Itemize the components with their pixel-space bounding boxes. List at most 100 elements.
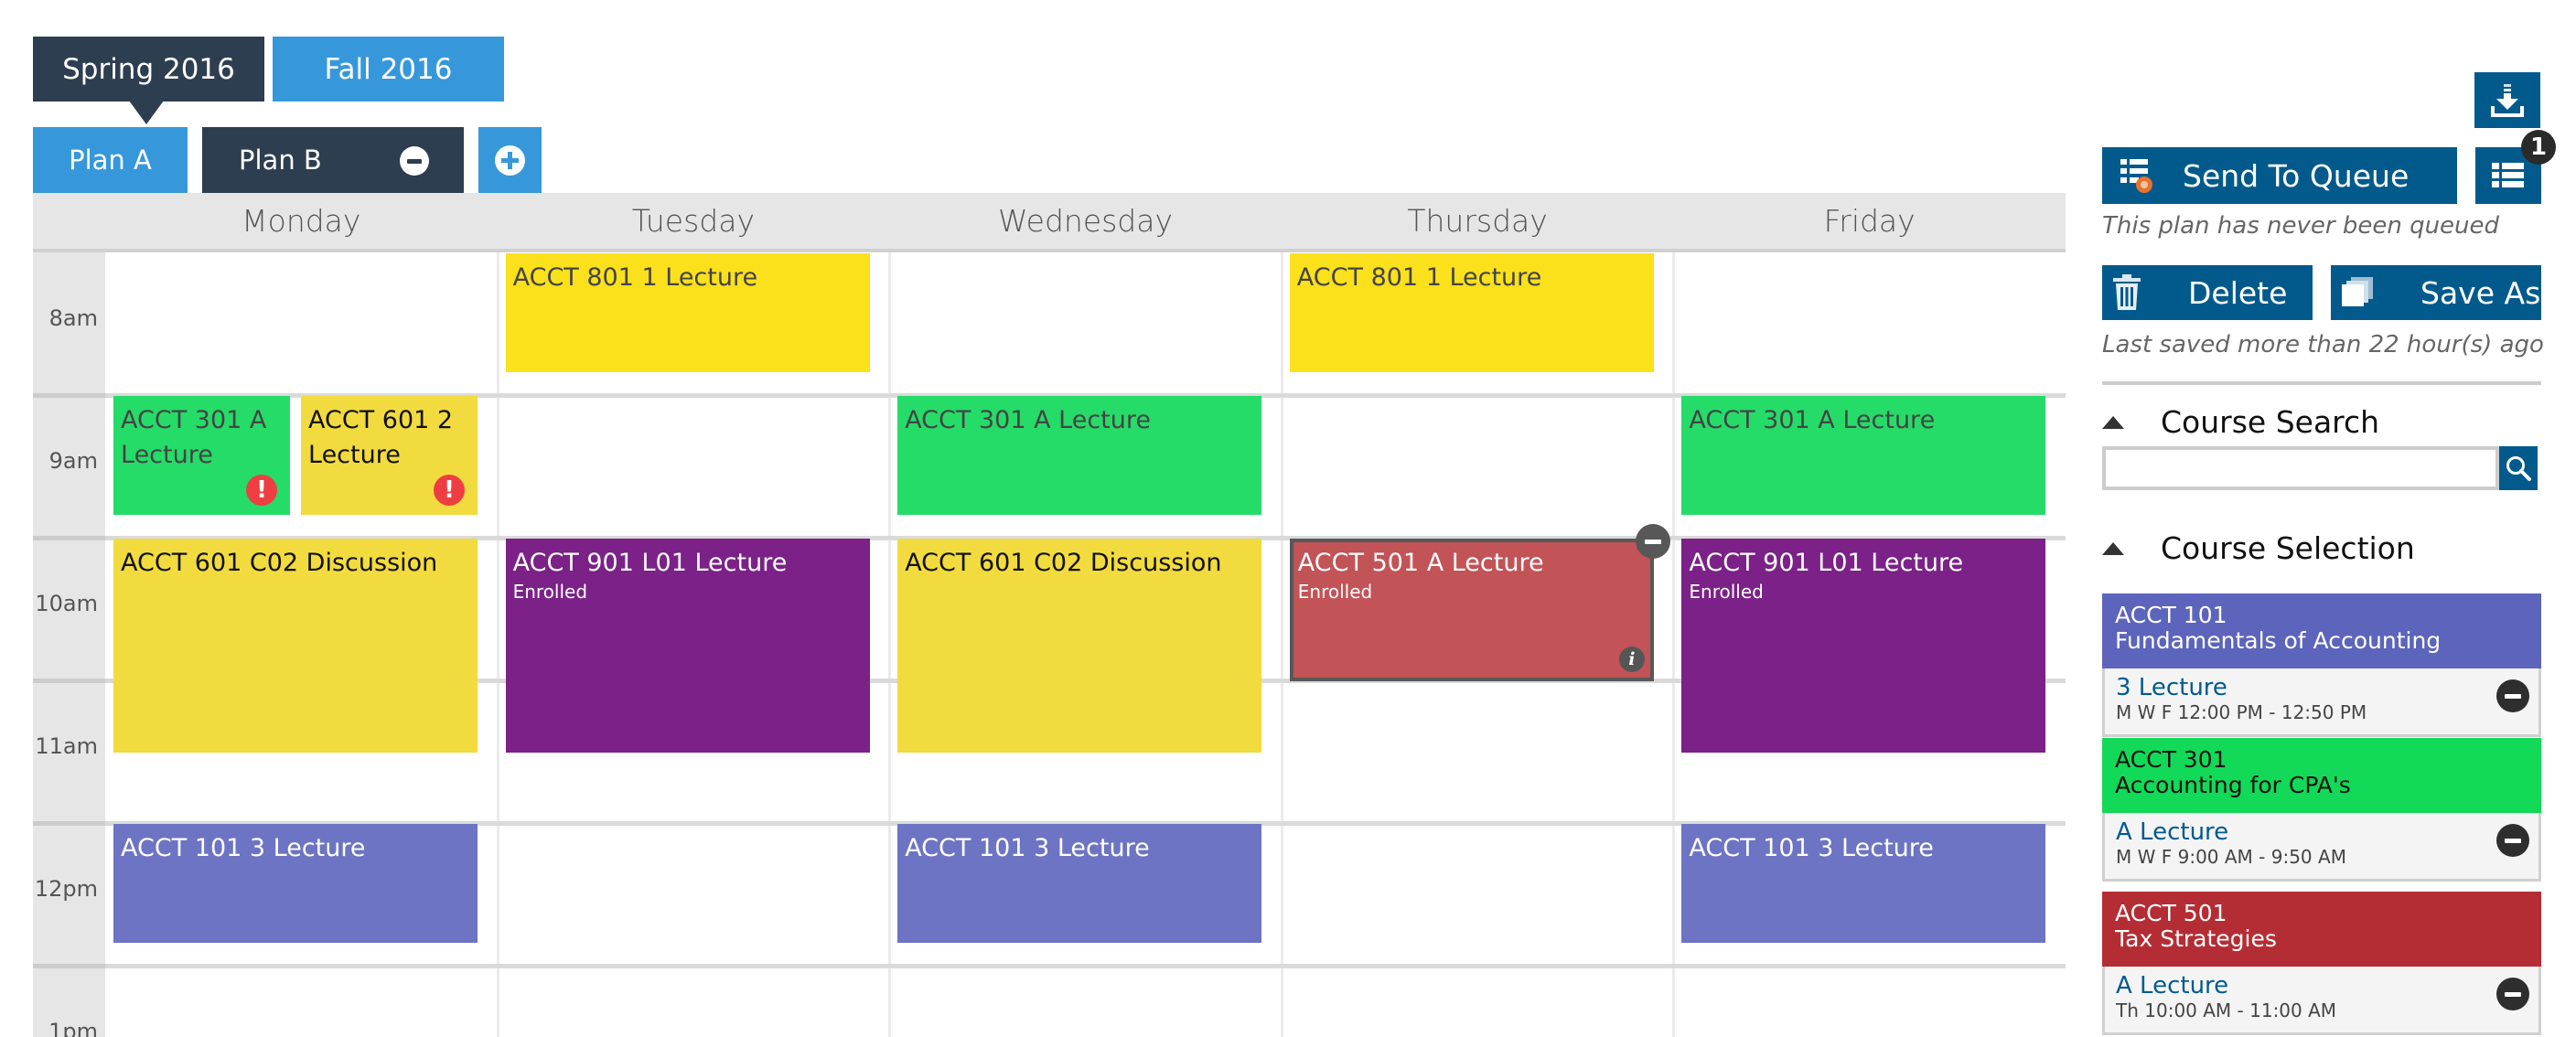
remove-section-icon[interactable] xyxy=(2496,824,2529,857)
last-saved-text: Last saved more than 22 hour(s) ago xyxy=(2102,331,2544,358)
event-title: ACCT 301 A Lecture xyxy=(1689,406,1936,434)
collapse-triangle-icon xyxy=(2102,541,2124,555)
calendar-event[interactable]: ACCT 301 A Lecture xyxy=(897,396,1262,515)
term-tab-spring-2016[interactable]: Spring 2016 xyxy=(33,37,264,102)
download-icon xyxy=(2491,83,2524,117)
plan-tab-a[interactable]: Plan A xyxy=(33,127,188,193)
course-card: ACCT 301 Accounting for CPA's A Lecture M W… xyxy=(2102,738,2541,882)
calendar-event[interactable]: ACCT 101 3 Lecture xyxy=(897,824,1262,943)
course-code: ACCT 501 xyxy=(2115,900,2227,926)
delete-button[interactable]: Delete xyxy=(2102,265,2313,320)
calendar-event[interactable]: ACCT 301 A Lecture! xyxy=(113,396,290,515)
course-search-toggle[interactable]: Course Search xyxy=(2102,404,2379,440)
event-status: Enrolled xyxy=(1689,581,1764,603)
course-selection-title: Course Selection xyxy=(2161,530,2415,566)
hour-label: 10am xyxy=(35,591,98,616)
panel-divider xyxy=(2102,381,2541,385)
remove-event-icon[interactable] xyxy=(1635,524,1670,559)
collapse-triangle-icon xyxy=(2102,415,2124,429)
event-title: ACCT 601 2 Lecture xyxy=(308,406,454,469)
list-icon xyxy=(2492,163,2524,187)
search-icon xyxy=(2506,456,2531,481)
course-name: Tax Strategies xyxy=(2115,925,2277,952)
term-tab-fall-2016[interactable]: Fall 2016 xyxy=(273,37,504,102)
hour-label: 1pm xyxy=(48,1019,98,1037)
info-icon[interactable]: i xyxy=(1618,647,1645,672)
day-divider xyxy=(888,252,892,1037)
event-title: ACCT 101 3 Lecture xyxy=(905,834,1150,862)
event-title: ACCT 601 C02 Discussion xyxy=(121,549,438,577)
event-status: Enrolled xyxy=(512,581,588,603)
hour-label: 9am xyxy=(48,448,98,474)
course-header[interactable]: ACCT 501 Tax Strategies xyxy=(2102,892,2541,967)
course-code: ACCT 301 xyxy=(2115,746,2227,773)
day-divider xyxy=(496,252,499,1037)
calendar-event[interactable]: ACCT 901 L01 Lecture Enrolled xyxy=(505,539,870,753)
course-section: A Lecture M W F 9:00 AM - 9:50 AM xyxy=(2102,813,2541,882)
section-time: M W F 9:00 AM - 9:50 AM xyxy=(2116,846,2346,868)
course-selection-toggle[interactable]: Course Selection xyxy=(2102,530,2415,566)
section-link[interactable]: A Lecture xyxy=(2116,972,2528,1000)
remove-plan-icon[interactable] xyxy=(400,146,429,176)
hour-label: 8am xyxy=(48,305,98,331)
course-code: ACCT 101 xyxy=(2115,602,2227,628)
event-title: ACCT 101 3 Lecture xyxy=(1689,834,1934,862)
event-title: ACCT 301 A Lecture xyxy=(121,406,267,469)
calendar-event[interactable]: ACCT 801 1 Lecture xyxy=(1289,253,1654,372)
remove-section-icon[interactable] xyxy=(2496,679,2529,712)
day-header-monday: Monday xyxy=(242,203,361,239)
calendar-event[interactable]: ACCT 601 2 Lecture! xyxy=(301,396,478,515)
section-time: M W F 12:00 PM - 12:50 PM xyxy=(2116,701,2367,723)
event-status: Enrolled xyxy=(1297,581,1373,603)
day-header-thursday: Thursday xyxy=(1407,203,1548,239)
day-header-wednesday: Wednesday xyxy=(997,203,1174,239)
hour-label: 12pm xyxy=(34,876,98,902)
section-link[interactable]: 3 Lecture xyxy=(2116,674,2528,701)
delete-label: Delete xyxy=(2188,274,2288,311)
calendar-event[interactable]: ACCT 601 C02 Discussion xyxy=(113,539,478,753)
course-header[interactable]: ACCT 101 Fundamentals of Accounting xyxy=(2102,593,2541,668)
day-header-friday: Friday xyxy=(1823,203,1916,239)
send-to-queue-button[interactable]: Send To Queue xyxy=(2102,147,2457,204)
hour-label: 11am xyxy=(35,733,98,759)
section-time: Th 10:00 AM - 11:00 AM xyxy=(2116,1000,2337,1021)
course-card: ACCT 101 Fundamentals of Accounting 3 Lect… xyxy=(2102,593,2541,737)
course-search-input[interactable] xyxy=(2102,446,2499,490)
queue-count-badge: 1 xyxy=(2521,130,2556,165)
remove-section-icon[interactable] xyxy=(2496,978,2529,1010)
calendar-event[interactable]: ACCT 101 3 Lecture xyxy=(113,824,478,943)
calendar-header: Monday Tuesday Wednesday Thursday Friday xyxy=(33,193,2066,252)
save-as-button[interactable]: Save As xyxy=(2331,265,2541,320)
course-card: ACCT 501 Tax Strategies A Lecture Th 10:00 … xyxy=(2102,892,2541,1035)
event-title: ACCT 101 3 Lecture xyxy=(121,834,366,862)
day-header-tuesday: Tuesday xyxy=(631,203,756,239)
event-title: ACCT 801 1 Lecture xyxy=(512,263,758,292)
hour-gridline xyxy=(33,964,2066,968)
conflict-warning-icon[interactable]: ! xyxy=(434,474,465,506)
plus-circle-icon xyxy=(495,144,525,176)
section-link[interactable]: A Lecture xyxy=(2116,818,2528,846)
calendar-event[interactable]: ACCT 801 1 Lecture xyxy=(505,253,870,372)
calendar-event[interactable]: ACCT 101 3 Lecture xyxy=(1681,824,2046,943)
event-title: ACCT 601 C02 Discussion xyxy=(905,549,1222,577)
active-term-caret xyxy=(129,101,164,124)
plan-tab-b[interactable]: Plan B xyxy=(202,127,464,193)
event-title: ACCT 801 1 Lecture xyxy=(1296,263,1542,292)
calendar-event[interactable]: ACCT 301 A Lecture xyxy=(1681,396,2046,515)
course-section: 3 Lecture M W F 12:00 PM - 12:50 PM xyxy=(2102,668,2541,737)
copy-icon xyxy=(2342,277,2373,306)
calendar-event[interactable]: ACCT 601 C02 Discussion xyxy=(897,539,1262,753)
add-plan-button[interactable] xyxy=(478,127,542,193)
event-title: ACCT 301 A Lecture xyxy=(905,406,1151,434)
calendar-event[interactable]: ACCT 501 A Lecture Enrolled i xyxy=(1289,539,1654,681)
save-as-label: Save As xyxy=(2420,274,2541,311)
queue-list-icon xyxy=(2120,159,2152,193)
queue-status-text: This plan has never been queued xyxy=(2102,212,2500,240)
download-button[interactable] xyxy=(2474,72,2540,128)
conflict-warning-icon[interactable]: ! xyxy=(246,474,277,506)
search-button[interactable] xyxy=(2499,446,2538,490)
day-divider xyxy=(1280,252,1283,1037)
course-header[interactable]: ACCT 301 Accounting for CPA's xyxy=(2102,738,2541,813)
weekly-calendar: Monday Tuesday Wednesday Thursday Friday 8am… xyxy=(33,193,2066,1037)
calendar-event[interactable]: ACCT 901 L01 Lecture Enrolled xyxy=(1681,539,2046,753)
